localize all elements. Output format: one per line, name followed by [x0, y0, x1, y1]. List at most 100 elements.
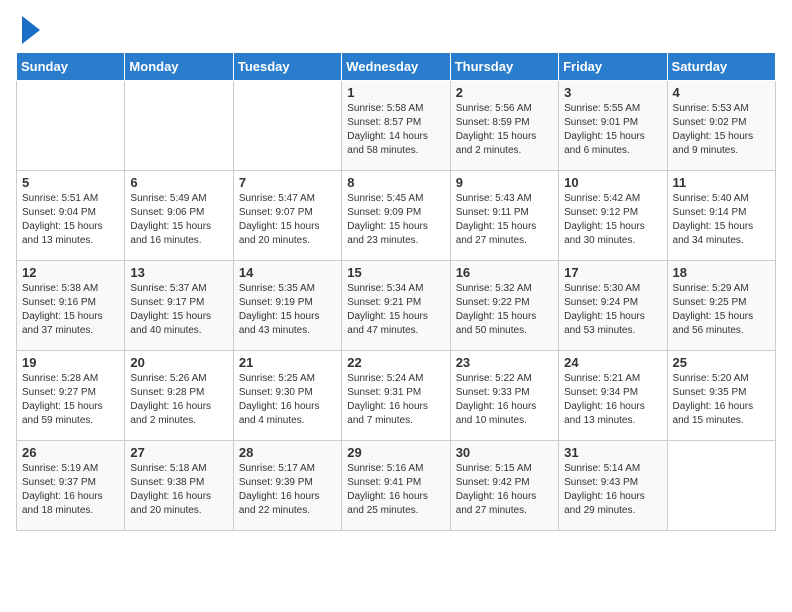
- day-number: 29: [347, 445, 444, 460]
- calendar-day-cell: 18Sunrise: 5:29 AMSunset: 9:25 PMDayligh…: [667, 261, 775, 351]
- calendar-day-cell: 26 Sunrise: 5:19 AMSunset: 9:37 PMDayligh…: [17, 441, 125, 531]
- calendar-day-cell: 1 Sunrise: 5:58 AMSunset: 8:57 PMDaylight…: [342, 81, 450, 171]
- calendar-day-cell: 16 Sunrise: 5:32 AMSunset: 9:22 PMDayligh…: [450, 261, 558, 351]
- calendar-day-cell: 15Sunrise: 5:34 AMSunset: 9:21 PMDayligh…: [342, 261, 450, 351]
- day-number: 2: [456, 85, 553, 100]
- day-number: 10: [564, 175, 661, 190]
- weekday-header-monday: Monday: [125, 53, 233, 81]
- day-info: Sunrise: 5:58 AMSunset: 8:57 PMDaylight:…: [347, 102, 444, 158]
- calendar-day-cell: 19 Sunrise: 5:28 AMSunset: 9:27 PMDayligh…: [17, 351, 125, 441]
- weekday-header-friday: Friday: [559, 53, 667, 81]
- day-info: Sunrise: 5:51 AMSunset: 9:04 PMDaylight:…: [22, 192, 119, 248]
- calendar-week-row: 26 Sunrise: 5:19 AMSunset: 9:37 PMDayligh…: [17, 441, 776, 531]
- day-info: Sunrise: 5:40 AMSunset: 9:14 PMDaylight:…: [673, 192, 770, 248]
- day-number: 23: [456, 355, 553, 370]
- calendar-day-cell: [233, 81, 341, 171]
- calendar-day-cell: 14 Sunrise: 5:35 AMSunset: 9:19 PMDayligh…: [233, 261, 341, 351]
- calendar-week-row: 12 Sunrise: 5:38 AMSunset: 9:16 PMDayligh…: [17, 261, 776, 351]
- day-number: 17: [564, 265, 661, 280]
- calendar-day-cell: 25Sunrise: 5:20 AMSunset: 9:35 PMDayligh…: [667, 351, 775, 441]
- day-info: Sunrise: 5:15 AMSunset: 9:42 PMDaylight:…: [456, 462, 553, 518]
- weekday-header-tuesday: Tuesday: [233, 53, 341, 81]
- calendar-day-cell: 13 Sunrise: 5:37 AMSunset: 9:17 PMDayligh…: [125, 261, 233, 351]
- day-info: Sunrise: 5:37 AMSunset: 9:17 PMDaylight:…: [130, 282, 227, 338]
- day-info: Sunrise: 5:16 AMSunset: 9:41 PMDaylight:…: [347, 462, 444, 518]
- day-info: Sunrise: 5:17 AMSunset: 9:39 PMDaylight:…: [239, 462, 336, 518]
- calendar-day-cell: 3 Sunrise: 5:55 AMSunset: 9:01 PMDaylight…: [559, 81, 667, 171]
- day-number: 14: [239, 265, 336, 280]
- calendar-day-cell: 20Sunrise: 5:26 AMSunset: 9:28 PMDayligh…: [125, 351, 233, 441]
- day-number: 26: [22, 445, 119, 460]
- calendar-day-cell: 6 Sunrise: 5:49 AMSunset: 9:06 PMDaylight…: [125, 171, 233, 261]
- day-number: 1: [347, 85, 444, 100]
- calendar-day-cell: 29 Sunrise: 5:16 AMSunset: 9:41 PMDayligh…: [342, 441, 450, 531]
- day-number: 6: [130, 175, 227, 190]
- day-info: Sunrise: 5:53 AMSunset: 9:02 PMDaylight:…: [673, 102, 770, 158]
- day-number: 30: [456, 445, 553, 460]
- day-number: 19: [22, 355, 119, 370]
- day-info: Sunrise: 5:18 AMSunset: 9:38 PMDaylight:…: [130, 462, 227, 518]
- calendar-day-cell: [17, 81, 125, 171]
- calendar-day-cell: [125, 81, 233, 171]
- page-header: [16, 16, 776, 44]
- weekday-header-row: SundayMondayTuesdayWednesdayThursdayFrid…: [17, 53, 776, 81]
- day-info: Sunrise: 5:19 AMSunset: 9:37 PMDaylight:…: [22, 462, 119, 518]
- day-info: Sunrise: 5:22 AMSunset: 9:33 PMDaylight:…: [456, 372, 553, 428]
- weekday-header-thursday: Thursday: [450, 53, 558, 81]
- day-info: Sunrise: 5:45 AMSunset: 9:09 PMDaylight:…: [347, 192, 444, 248]
- calendar-day-cell: 31 Sunrise: 5:14 AMSunset: 9:43 PMDayligh…: [559, 441, 667, 531]
- day-number: 20: [130, 355, 227, 370]
- day-number: 27: [130, 445, 227, 460]
- day-number: 4: [673, 85, 770, 100]
- day-number: 9: [456, 175, 553, 190]
- day-info: Sunrise: 5:24 AMSunset: 9:31 PMDaylight:…: [347, 372, 444, 428]
- calendar-day-cell: 10 Sunrise: 5:42 AMSunset: 9:12 PMDayligh…: [559, 171, 667, 261]
- day-number: 7: [239, 175, 336, 190]
- calendar-day-cell: 24 Sunrise: 5:21 AMSunset: 9:34 PMDayligh…: [559, 351, 667, 441]
- day-info: Sunrise: 5:21 AMSunset: 9:34 PMDaylight:…: [564, 372, 661, 428]
- weekday-header-sunday: Sunday: [17, 53, 125, 81]
- day-number: 25: [673, 355, 770, 370]
- day-number: 8: [347, 175, 444, 190]
- calendar-day-cell: 30 Sunrise: 5:15 AMSunset: 9:42 PMDayligh…: [450, 441, 558, 531]
- day-number: 13: [130, 265, 227, 280]
- weekday-header-saturday: Saturday: [667, 53, 775, 81]
- day-number: 16: [456, 265, 553, 280]
- day-number: 31: [564, 445, 661, 460]
- calendar-day-cell: 5 Sunrise: 5:51 AMSunset: 9:04 PMDaylight…: [17, 171, 125, 261]
- day-number: 11: [673, 175, 770, 190]
- calendar-day-cell: 23 Sunrise: 5:22 AMSunset: 9:33 PMDayligh…: [450, 351, 558, 441]
- day-info: Sunrise: 5:28 AMSunset: 9:27 PMDaylight:…: [22, 372, 119, 428]
- day-info: Sunrise: 5:32 AMSunset: 9:22 PMDaylight:…: [456, 282, 553, 338]
- day-number: 22: [347, 355, 444, 370]
- day-number: 12: [22, 265, 119, 280]
- logo: [16, 16, 40, 44]
- day-info: Sunrise: 5:14 AMSunset: 9:43 PMDaylight:…: [564, 462, 661, 518]
- day-info: Sunrise: 5:55 AMSunset: 9:01 PMDaylight:…: [564, 102, 661, 158]
- day-number: 21: [239, 355, 336, 370]
- calendar-day-cell: 28Sunrise: 5:17 AMSunset: 9:39 PMDayligh…: [233, 441, 341, 531]
- calendar-week-row: 19 Sunrise: 5:28 AMSunset: 9:27 PMDayligh…: [17, 351, 776, 441]
- day-number: 24: [564, 355, 661, 370]
- day-info: Sunrise: 5:35 AMSunset: 9:19 PMDaylight:…: [239, 282, 336, 338]
- day-info: Sunrise: 5:29 AMSunset: 9:25 PMDaylight:…: [673, 282, 770, 338]
- calendar-week-row: 5 Sunrise: 5:51 AMSunset: 9:04 PMDaylight…: [17, 171, 776, 261]
- day-info: Sunrise: 5:43 AMSunset: 9:11 PMDaylight:…: [456, 192, 553, 248]
- day-info: Sunrise: 5:30 AMSunset: 9:24 PMDaylight:…: [564, 282, 661, 338]
- day-number: 5: [22, 175, 119, 190]
- calendar-day-cell: 2Sunrise: 5:56 AMSunset: 8:59 PMDaylight…: [450, 81, 558, 171]
- weekday-header-wednesday: Wednesday: [342, 53, 450, 81]
- calendar-day-cell: [667, 441, 775, 531]
- day-number: 3: [564, 85, 661, 100]
- calendar-day-cell: 11 Sunrise: 5:40 AMSunset: 9:14 PMDayligh…: [667, 171, 775, 261]
- calendar-day-cell: 4 Sunrise: 5:53 AMSunset: 9:02 PMDaylight…: [667, 81, 775, 171]
- calendar-day-cell: 12 Sunrise: 5:38 AMSunset: 9:16 PMDayligh…: [17, 261, 125, 351]
- calendar-day-cell: 9 Sunrise: 5:43 AMSunset: 9:11 PMDaylight…: [450, 171, 558, 261]
- day-info: Sunrise: 5:49 AMSunset: 9:06 PMDaylight:…: [130, 192, 227, 248]
- calendar-table: SundayMondayTuesdayWednesdayThursdayFrid…: [16, 52, 776, 531]
- day-info: Sunrise: 5:38 AMSunset: 9:16 PMDaylight:…: [22, 282, 119, 338]
- day-info: Sunrise: 5:34 AMSunset: 9:21 PMDaylight:…: [347, 282, 444, 338]
- calendar-day-cell: 8 Sunrise: 5:45 AMSunset: 9:09 PMDaylight…: [342, 171, 450, 261]
- day-info: Sunrise: 5:42 AMSunset: 9:12 PMDaylight:…: [564, 192, 661, 248]
- calendar-day-cell: 21Sunrise: 5:25 AMSunset: 9:30 PMDayligh…: [233, 351, 341, 441]
